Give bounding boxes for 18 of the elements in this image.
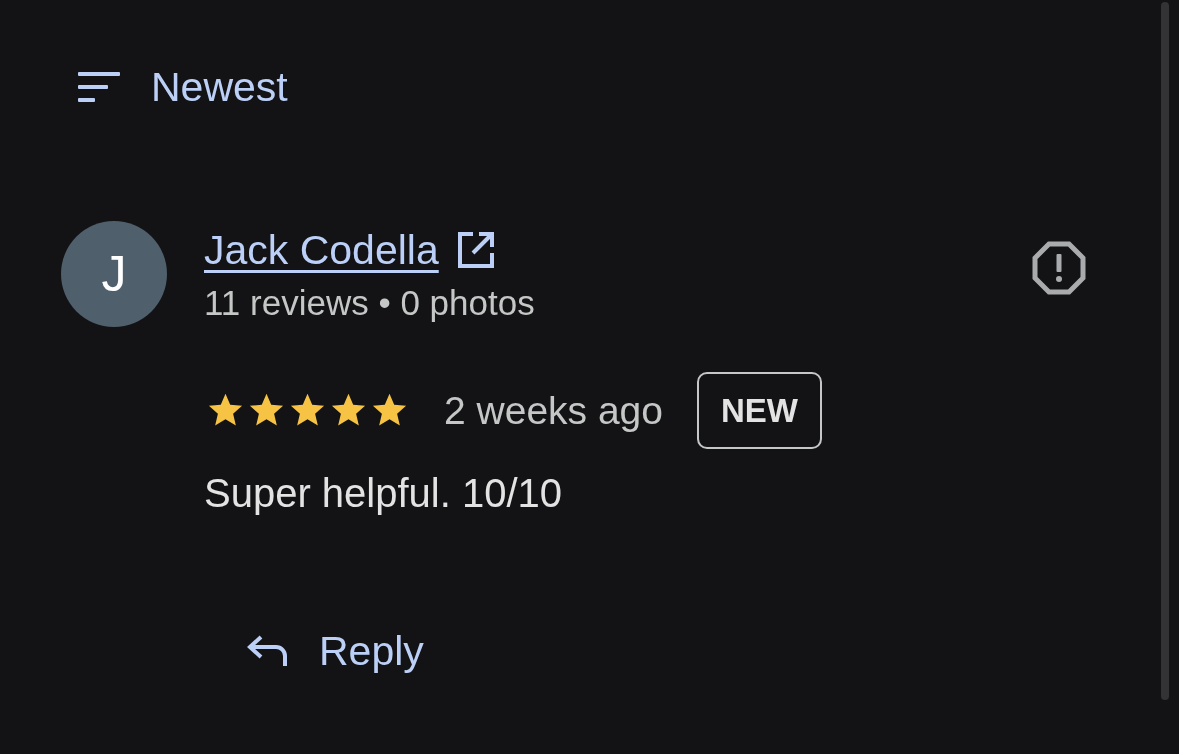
star-icon [289,393,326,428]
star-icon [330,393,367,428]
report-icon[interactable] [1032,241,1086,295]
reviewer-stats: 11 reviews • 0 photos [204,283,535,323]
reply-icon [247,635,288,667]
sort-button[interactable]: Newest [78,62,288,112]
review-text: Super helpful. 10/10 [204,470,563,517]
sort-icon [78,72,120,102]
reply-button[interactable]: Reply [227,621,444,681]
new-tag: NEW [697,372,822,449]
scrollbar[interactable] [1161,2,1169,700]
author-name-link[interactable]: Jack Codella [204,227,439,273]
star-icon [371,393,408,428]
external-link-icon[interactable] [456,231,495,269]
avatar: J [61,221,167,327]
star-icon [248,393,285,428]
star-icon [207,393,244,428]
review-time: 2 weeks ago [444,387,663,434]
